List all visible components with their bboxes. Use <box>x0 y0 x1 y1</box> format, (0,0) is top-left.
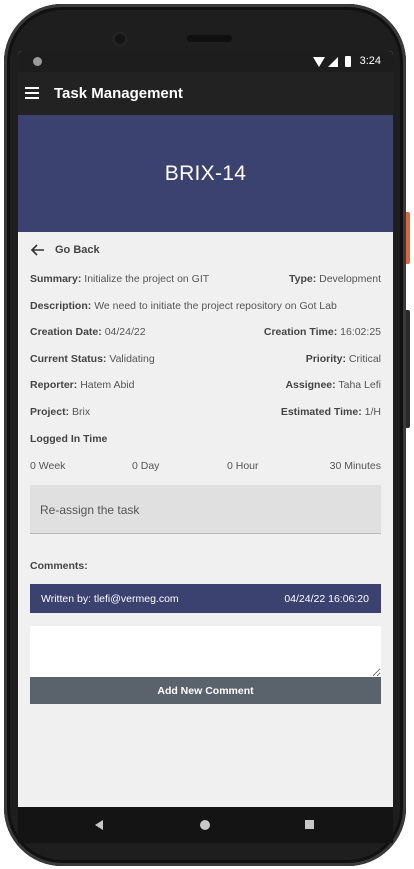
logged-time-values: 0 Week 0 Day 0 Hour 30 Minutes <box>30 460 381 474</box>
comments-title: Comments: <box>30 560 88 572</box>
creation-date-label: Creation Date: <box>30 326 102 338</box>
status-icons <box>313 56 351 67</box>
power-button <box>406 212 410 264</box>
estimated-label: Estimated Time: <box>280 406 362 418</box>
reassign-task-label: Re-assign the task <box>40 503 140 517</box>
project-label: Project: <box>30 406 70 418</box>
nav-back-icon[interactable] <box>95 820 103 830</box>
signal-icon <box>328 56 338 67</box>
status-bar: 3:24 <box>18 51 393 72</box>
priority-label: Priority: <box>305 353 346 365</box>
volume-button <box>406 310 410 428</box>
status-label: Current Status: <box>30 353 107 365</box>
wifi-icon <box>313 56 325 67</box>
logged-weeks: 0 Week <box>30 460 66 472</box>
arrow-left-icon <box>30 244 44 256</box>
description-label: Description: <box>30 300 92 312</box>
logged-time-title: Logged In Time <box>30 433 108 445</box>
nav-home-icon[interactable] <box>200 820 210 830</box>
description-value: We need to initiate the project reposito… <box>94 300 337 312</box>
task-key: BRIX-14 <box>164 161 247 185</box>
project-value: Brix <box>72 406 91 418</box>
app-title: Task Management <box>54 85 183 102</box>
hamburger-menu-icon[interactable] <box>25 87 39 99</box>
android-nav-bar <box>18 807 393 843</box>
front-camera <box>112 31 128 47</box>
status-time: 3:24 <box>359 55 381 67</box>
comment-date: 04/24/22 16:06:20 <box>284 593 369 605</box>
notification-icon <box>33 57 42 66</box>
task-banner: BRIX-14 <box>18 115 393 232</box>
estimated-value: 1/H <box>364 406 381 418</box>
logged-minutes: 30 Minutes <box>329 460 381 472</box>
status-value: Validating <box>109 353 155 365</box>
comment-author: Written by: tlefi@vermeg.com <box>41 593 179 605</box>
reporter-value: Hatem Abid <box>80 379 135 391</box>
earpiece-speaker <box>187 35 232 42</box>
screen: 3:24 Task Management BRIX-14 Go Back Sum… <box>18 51 393 807</box>
logged-hours: 0 Hour <box>227 460 259 472</box>
priority-value: Critical <box>348 353 381 365</box>
app-bar: Task Management <box>18 72 393 115</box>
creation-date-value: 04/24/22 <box>104 326 146 338</box>
reporter-label: Reporter: <box>30 379 78 391</box>
type-label: Type: <box>288 273 317 285</box>
summary-label: Summary: <box>30 273 82 285</box>
assignee-value: Taha Lefi <box>338 379 381 391</box>
new-comment-input[interactable] <box>30 626 381 677</box>
reassign-task-field[interactable]: Re-assign the task <box>30 485 381 534</box>
type-value: Development <box>319 273 381 285</box>
nav-recents-icon[interactable] <box>305 820 314 829</box>
comment-item: Written by: tlefi@vermeg.com 04/24/22 16… <box>30 584 381 613</box>
add-comment-button[interactable]: Add New Comment <box>30 677 381 704</box>
summary-value: Initialize the project on GIT <box>84 273 210 285</box>
go-back-button[interactable]: Go Back <box>30 242 100 258</box>
logged-days: 0 Day <box>132 460 160 472</box>
go-back-label: Go Back <box>55 244 100 256</box>
battery-icon <box>345 56 351 67</box>
creation-time-value: 16:02:25 <box>340 326 381 338</box>
creation-time-label: Creation Time: <box>263 326 338 338</box>
assignee-label: Assignee: <box>285 379 336 391</box>
